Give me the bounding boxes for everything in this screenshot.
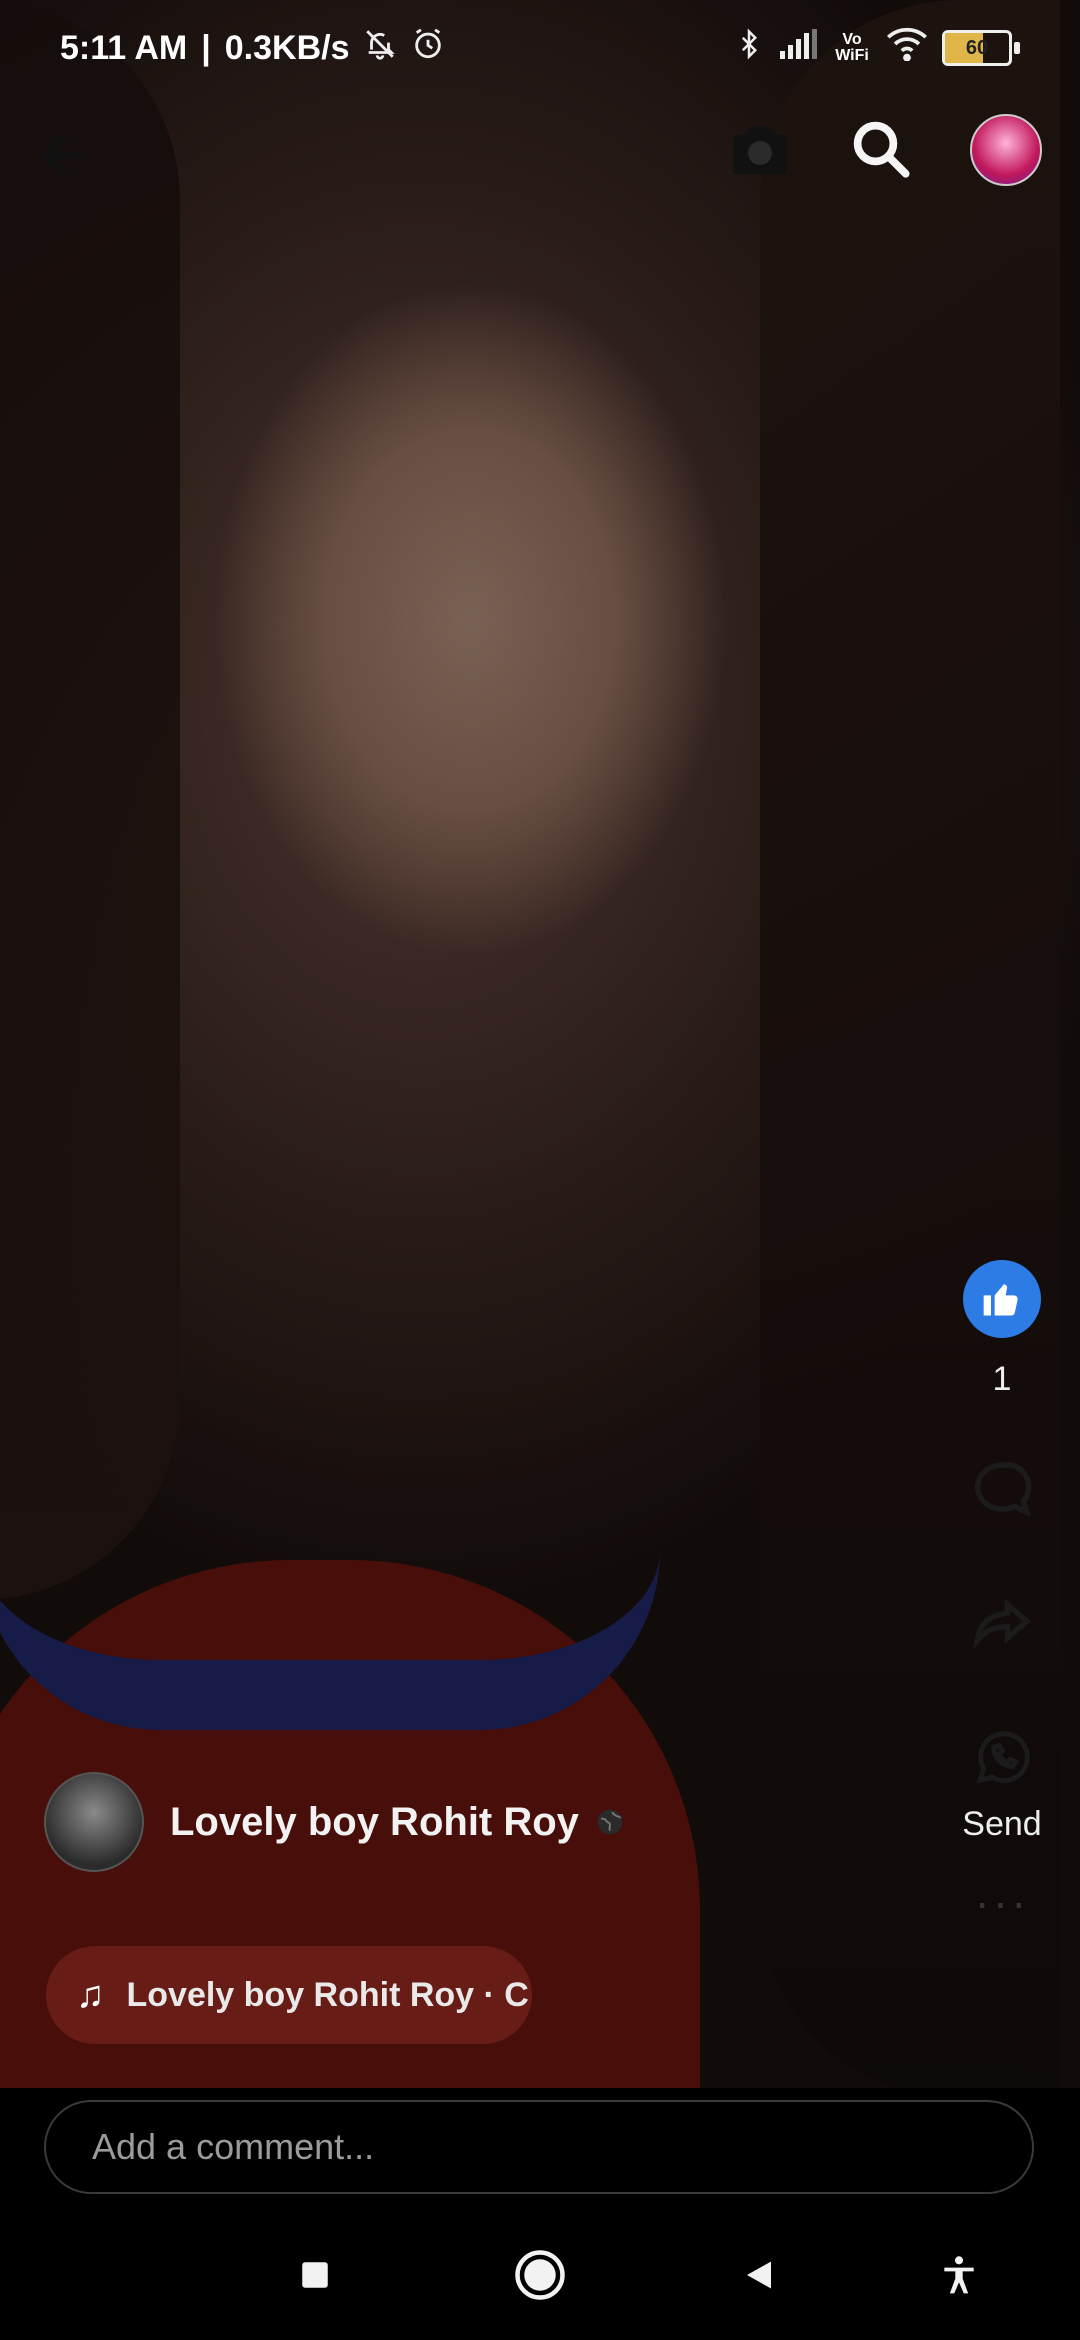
back-arrow-icon[interactable] <box>30 120 100 190</box>
thumbs-up-icon <box>983 1284 1018 1316</box>
accessibility-icon <box>944 2256 974 2294</box>
battery-cap <box>1014 42 1020 54</box>
author-name[interactable]: Lovely boy Rohit Roy <box>170 1800 579 1845</box>
signal-icon <box>778 29 818 67</box>
home-circle-icon <box>515 2250 565 2300</box>
comment-bubble-icon <box>974 1462 1032 1517</box>
back-triangle-icon <box>747 2261 771 2289</box>
top-bar <box>0 100 1080 200</box>
globe-icon <box>595 1807 625 1837</box>
mute-bell-icon <box>363 27 397 69</box>
vowifi-label: Vo WiFi <box>835 31 869 64</box>
author-avatar[interactable] <box>44 1772 144 1872</box>
status-network-speed: 0.3KB/s <box>224 28 350 67</box>
music-text: Lovely boy Rohit Roy · C <box>126 1975 529 2014</box>
search-icon[interactable] <box>848 116 916 184</box>
camera-icon[interactable] <box>724 114 796 186</box>
back-button[interactable] <box>724 2240 794 2310</box>
accessibility-button[interactable] <box>924 2240 994 2310</box>
post-author[interactable]: Lovely boy Rohit Roy <box>44 1772 625 1872</box>
status-time: 5:11 AM <box>60 28 188 67</box>
recents-button[interactable] <box>280 2240 350 2310</box>
send-label: Send <box>962 1805 1042 1843</box>
battery-level: 60 <box>965 36 989 59</box>
whatsapp-icon <box>976 1731 1030 1784</box>
like-button[interactable] <box>963 1260 1041 1338</box>
battery-indicator: 60 <box>942 30 1020 66</box>
like-count: 1 <box>992 1360 1012 1398</box>
alarm-icon <box>411 27 445 69</box>
share-arrow-icon <box>972 1598 1031 1650</box>
status-bar: 5:11 AM | 0.3KB/s Vo WiFi 60 <box>0 0 1080 96</box>
comment-button[interactable] <box>963 1451 1041 1529</box>
comment-bar <box>0 2088 1080 2206</box>
more-options-icon[interactable]: ··· <box>975 1879 1030 1925</box>
music-pill[interactable]: ♫ Lovely boy Rohit Roy · C <box>46 1946 532 2044</box>
comment-input[interactable] <box>44 2100 1034 2194</box>
music-note-icon: ♫ <box>76 1973 105 2016</box>
send-button[interactable] <box>963 1719 1041 1797</box>
square-icon <box>302 2262 328 2288</box>
system-nav-bar <box>0 2206 1080 2340</box>
status-separator: | <box>201 28 211 67</box>
bluetooth-icon <box>734 27 764 69</box>
profile-avatar[interactable] <box>970 114 1042 186</box>
share-button[interactable] <box>963 1585 1041 1663</box>
home-button[interactable] <box>505 2240 575 2310</box>
action-rail: 1 Send ··· <box>950 1260 1054 1925</box>
wifi-icon <box>886 27 928 69</box>
